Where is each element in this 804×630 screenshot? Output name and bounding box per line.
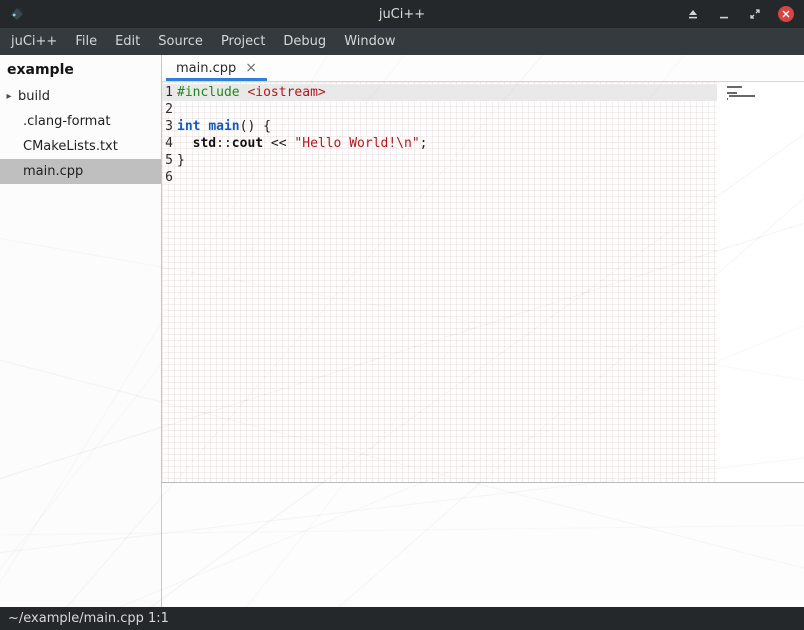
line-number: 5 [162, 152, 173, 169]
code-token: int [177, 119, 200, 134]
minimap-line-mark [727, 92, 737, 94]
status-file-position: ~/example/main.cpp 1:1 [8, 611, 169, 626]
code-surface[interactable]: 1#include <iostream>23int main() {4 std:… [162, 82, 717, 482]
code-token: ; [420, 136, 428, 151]
tab-label: main.cpp [176, 61, 236, 76]
terminal-panel[interactable] [162, 483, 804, 607]
code-line[interactable]: 6 [162, 169, 717, 186]
code-text [173, 169, 177, 186]
line-number: 1 [162, 84, 173, 101]
tree-item-label: main.cpp [23, 164, 83, 179]
code-token: } [177, 153, 185, 168]
minimize-button[interactable] [716, 6, 732, 22]
maximize-icon [749, 8, 761, 20]
line-number: 6 [162, 169, 173, 186]
code-editor[interactable]: 1#include <iostream>23int main() {4 std:… [162, 82, 804, 483]
tree-item-label: CMakeLists.txt [23, 139, 118, 154]
minimap[interactable] [717, 82, 804, 482]
tree-item-main-cpp[interactable]: main.cpp [0, 159, 161, 184]
editor-column: main.cpp × 1#include <iostream>23int mai… [162, 55, 804, 607]
status-bar: ~/example/main.cpp 1:1 [0, 607, 804, 630]
tree-item-label: build [18, 89, 50, 104]
tab-bar: main.cpp × [162, 55, 804, 82]
tab-main-cpp[interactable]: main.cpp × [166, 55, 267, 81]
file-tree-panel: example ▸ build .clang-format CMakeLists… [0, 55, 162, 607]
chevron-right-icon[interactable]: ▸ [0, 91, 18, 102]
menu-item-edit[interactable]: Edit [106, 28, 149, 55]
minimap-line-mark [727, 98, 728, 100]
line-number: 2 [162, 101, 173, 118]
minimize-icon [718, 8, 730, 20]
close-icon [782, 10, 790, 18]
code-token: #include [177, 85, 240, 100]
menu-item-juci[interactable]: juCi++ [2, 28, 66, 55]
window-controls [685, 0, 794, 28]
code-text: #include <iostream> [173, 84, 326, 101]
keep-above-button[interactable] [685, 6, 701, 22]
title-bar[interactable]: juCi++ [0, 0, 804, 28]
window-title: juCi++ [0, 7, 804, 22]
code-token: << [263, 136, 294, 151]
menu-item-file[interactable]: File [66, 28, 106, 55]
code-token: std [193, 136, 216, 151]
maximize-button[interactable] [747, 6, 763, 22]
menu-item-source[interactable]: Source [149, 28, 212, 55]
tree-item-build[interactable]: ▸ build [0, 84, 161, 109]
minimap-line-mark [727, 86, 742, 88]
app-window: juCi++ [0, 0, 804, 630]
line-number: 3 [162, 118, 173, 135]
menu-item-project[interactable]: Project [212, 28, 274, 55]
eject-icon [687, 8, 699, 20]
juci-logo-icon [8, 5, 26, 23]
code-token: :: [216, 136, 232, 151]
code-line[interactable]: 4 std::cout << "Hello World!\n"; [162, 135, 717, 152]
menu-item-debug[interactable]: Debug [274, 28, 335, 55]
code-token: main [208, 119, 239, 134]
code-text: int main() { [173, 118, 271, 135]
project-root[interactable]: example [0, 55, 161, 84]
tree-item-clang-format[interactable]: .clang-format [0, 109, 161, 134]
close-button[interactable] [778, 6, 794, 22]
code-token: cout [232, 136, 263, 151]
code-token [177, 136, 193, 151]
code-text [173, 101, 177, 118]
code-line[interactable]: 2 [162, 101, 717, 118]
menu-item-window[interactable]: Window [335, 28, 404, 55]
tree-item-label: .clang-format [23, 114, 110, 129]
code-line[interactable]: 1#include <iostream> [162, 84, 717, 101]
code-line[interactable]: 3int main() { [162, 118, 717, 135]
code-token: "Hello World!\n" [294, 136, 419, 151]
menu-bar: juCi++ File Edit Source Project Debug Wi… [0, 28, 804, 55]
tree-item-cmakelists[interactable]: CMakeLists.txt [0, 134, 161, 159]
minimap-line-mark [729, 95, 755, 97]
content-area: example ▸ build .clang-format CMakeLists… [0, 55, 804, 607]
app-icon [8, 5, 26, 23]
code-text: } [173, 152, 185, 169]
code-line[interactable]: 5} [162, 152, 717, 169]
code-text: std::cout << "Hello World!\n"; [173, 135, 427, 152]
code-token: <iostream> [247, 85, 325, 100]
tab-close-icon[interactable]: × [245, 61, 257, 75]
code-token: () { [240, 119, 271, 134]
line-number: 4 [162, 135, 173, 152]
